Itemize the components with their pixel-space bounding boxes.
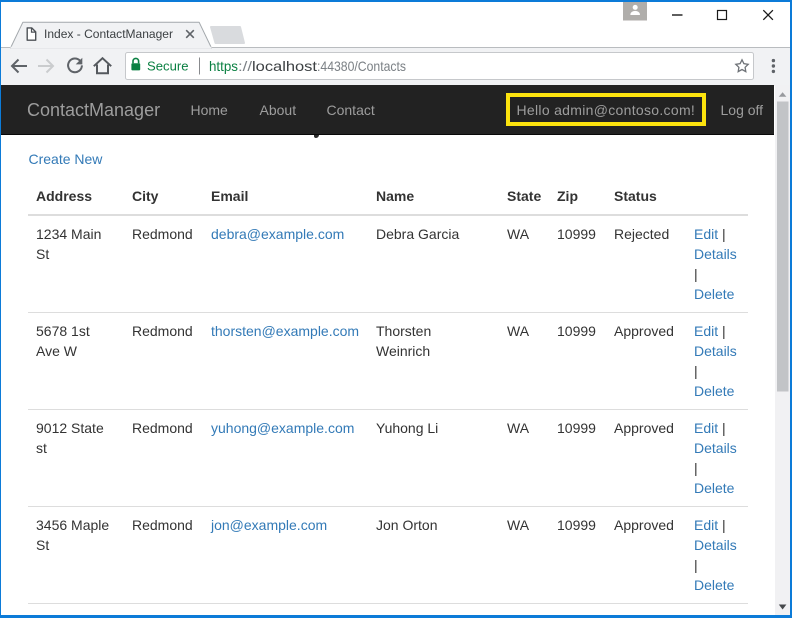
svg-text:https://localhost:44380/Contac: https://localhost:44380/Contacts <box>209 59 406 74</box>
svg-text:Secure: Secure <box>147 59 189 73</box>
svg-text:Index - ContactManager: Index - ContactManager <box>44 27 173 41</box>
